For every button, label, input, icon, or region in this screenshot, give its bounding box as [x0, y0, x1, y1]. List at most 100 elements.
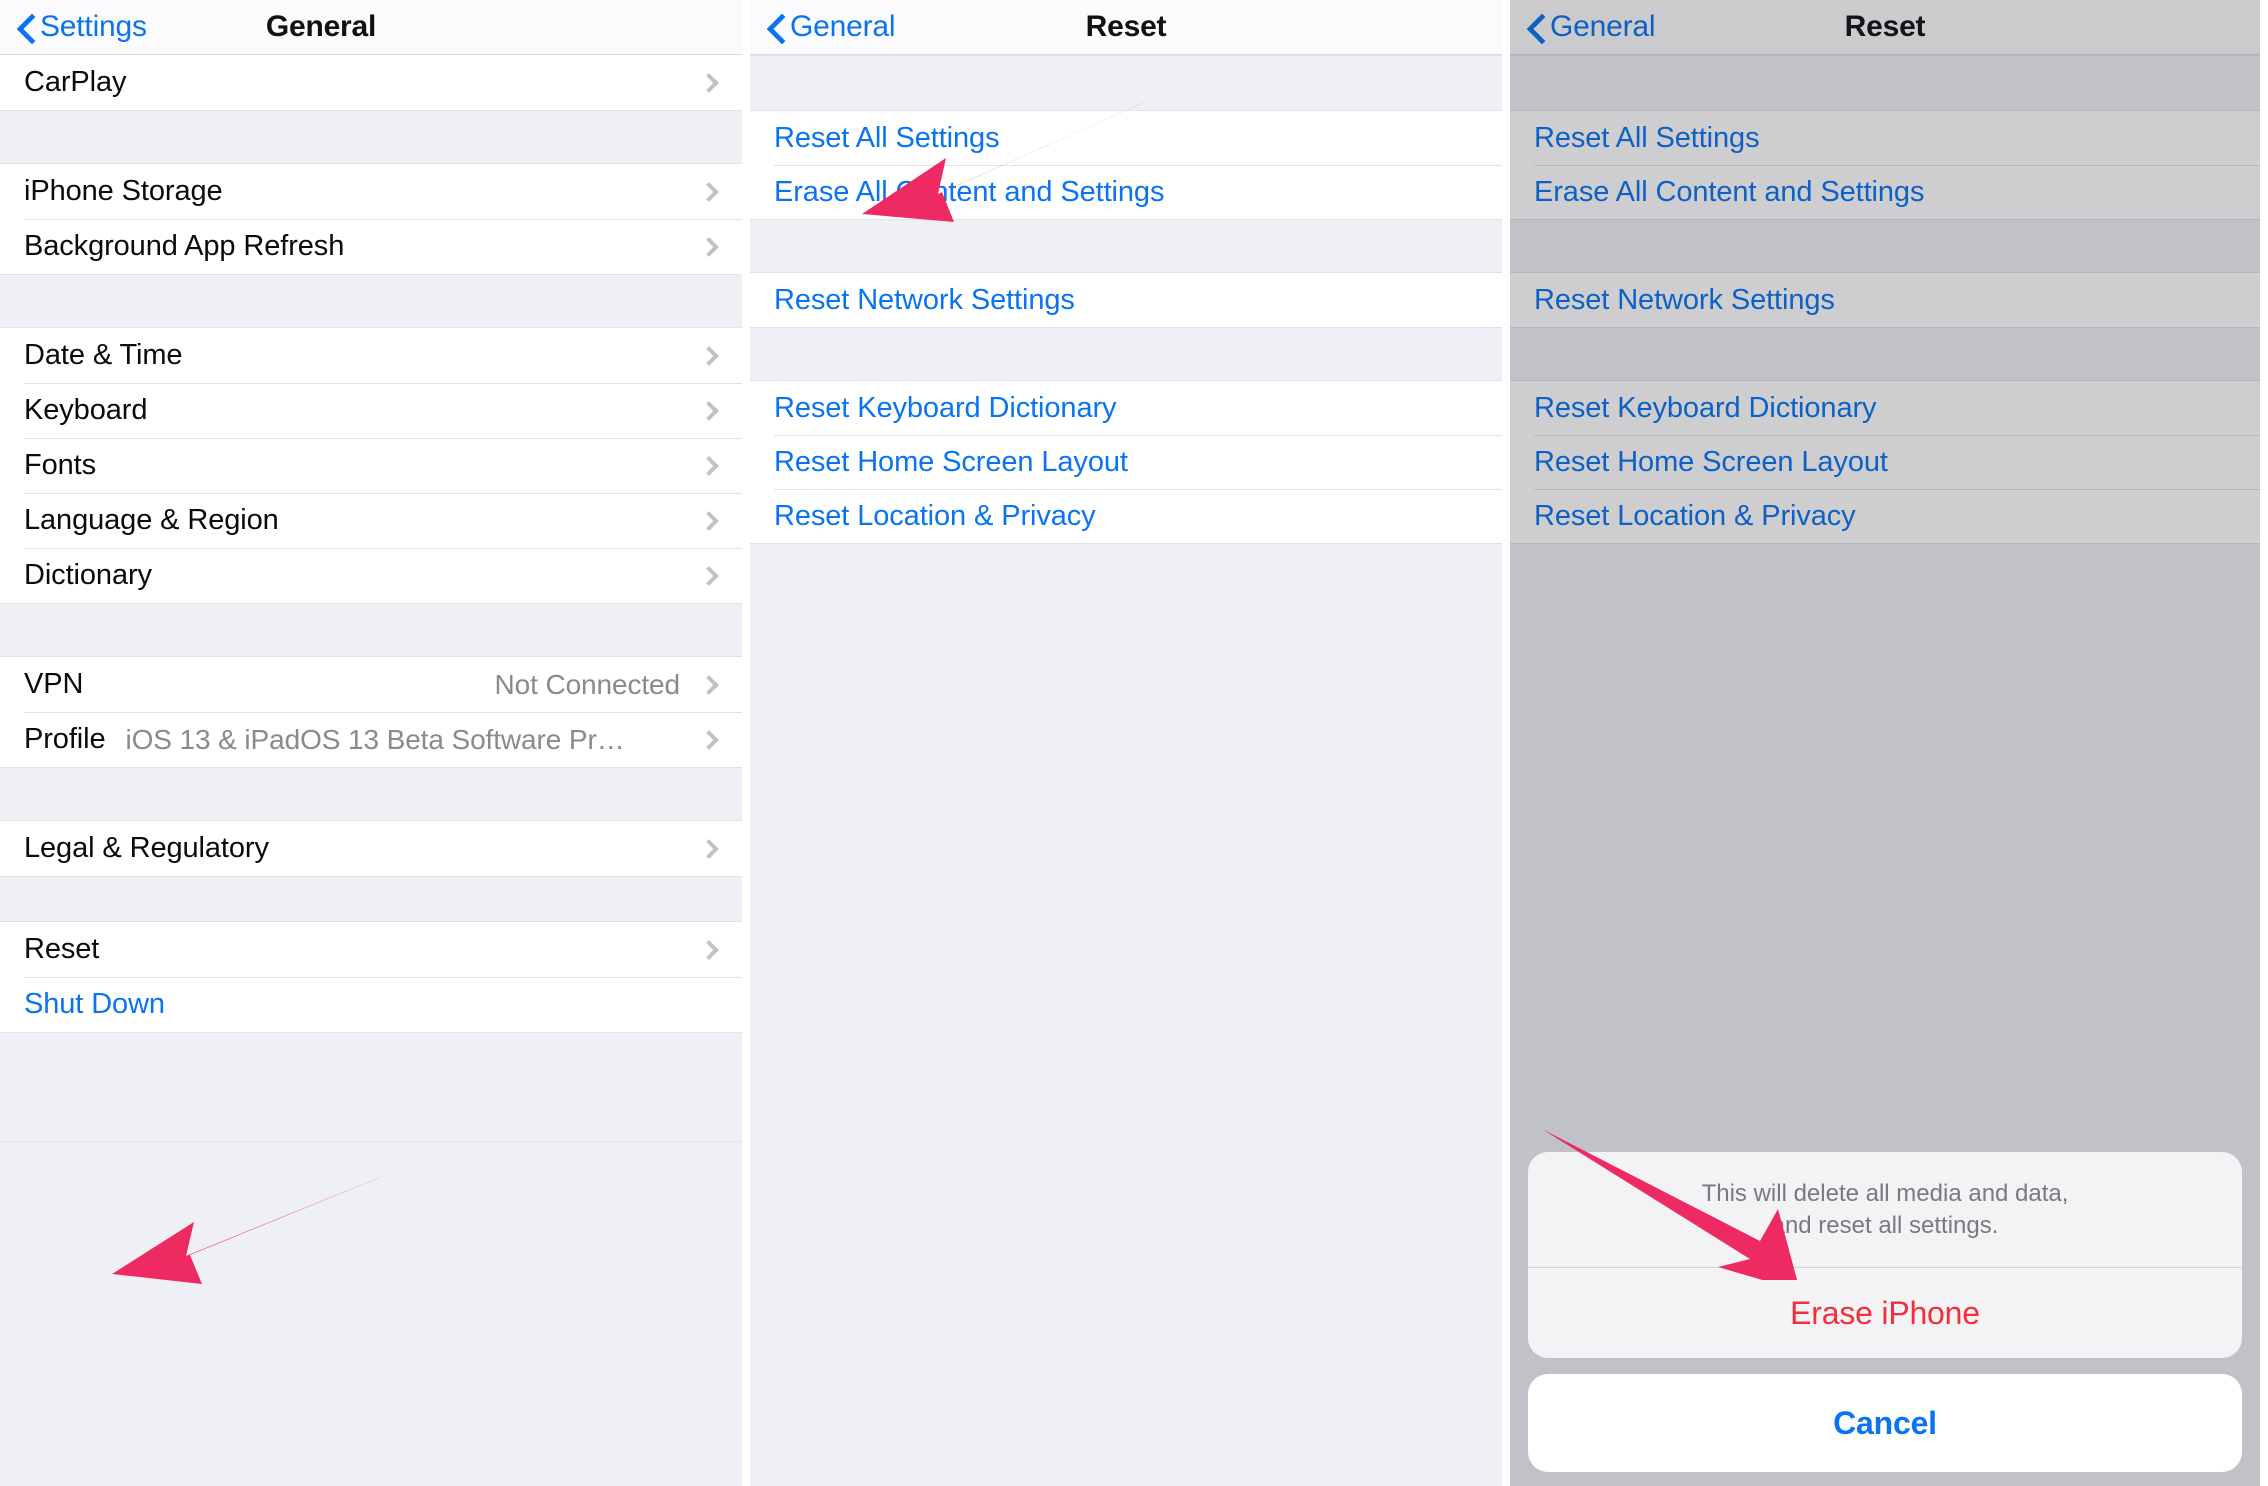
settings-group: VPN Not Connected Profile iOS 13 & iPadO…: [0, 657, 742, 767]
settings-group: iPhone Storage Background App Refresh: [0, 164, 742, 274]
list-item-label: iPhone Storage: [24, 175, 223, 207]
group-separator: [750, 327, 1502, 381]
panel-reset: General Reset Reset All Settings Erase A…: [750, 0, 1510, 1486]
list-item-vpn[interactable]: VPN Not Connected: [0, 657, 742, 712]
reset-group-network: Reset Network Settings: [1510, 273, 2260, 327]
list-item-fonts[interactable]: Fonts: [0, 438, 742, 493]
list-item-value: Not Connected: [494, 668, 681, 700]
list-item-label: CarPlay: [24, 66, 127, 98]
list-item-label: Reset All Settings: [1534, 121, 1760, 154]
list-item-reset-location-and-privacy[interactable]: Reset Location & Privacy: [1510, 489, 2260, 543]
reset-group-network: Reset Network Settings: [750, 273, 1502, 327]
list-item-reset-home-screen-layout[interactable]: Reset Home Screen Layout: [1510, 435, 2260, 489]
list-item-label: Reset Home Screen Layout: [774, 445, 1128, 478]
list-item-reset-all-settings[interactable]: Reset All Settings: [1510, 111, 2260, 165]
reset-group-misc: Reset Keyboard Dictionary Reset Home Scr…: [1510, 381, 2260, 543]
chevron-right-icon: [699, 181, 719, 202]
reset-group-misc: Reset Keyboard Dictionary Reset Home Scr…: [750, 381, 1502, 543]
list-item-keyboard[interactable]: Keyboard: [0, 383, 742, 438]
chevron-right-icon: [699, 510, 719, 531]
page-title: General: [265, 10, 377, 43]
list-item-reset-home-screen-layout[interactable]: Reset Home Screen Layout: [750, 435, 1502, 489]
action-sheet-message-line-2: and reset all settings.: [1771, 1212, 1999, 1240]
list-item-label: Keyboard: [24, 394, 148, 426]
list-item-reset-location-and-privacy[interactable]: Reset Location & Privacy: [750, 489, 1502, 543]
chevron-right-icon: [699, 455, 719, 476]
screenshot-triptych: Settings General CarPlay iPhone Storage: [0, 0, 2268, 1486]
list-item-profile[interactable]: Profile iOS 13 & iPadOS 13 Beta Software…: [0, 712, 742, 767]
list-item-date-and-time[interactable]: Date & Time: [0, 328, 742, 383]
list-item-carplay[interactable]: CarPlay: [0, 55, 742, 110]
group-separator: [1510, 219, 2260, 273]
reset-options-list: Reset All Settings Erase All Content and…: [750, 55, 1502, 1486]
list-item-background-app-refresh[interactable]: Background App Refresh: [0, 219, 742, 274]
group-separator: [0, 1032, 742, 1142]
settings-group: Date & Time Keyboard Fonts Language & Re…: [0, 328, 742, 603]
list-item-label: VPN: [24, 668, 84, 700]
settings-group: CarPlay: [0, 55, 742, 110]
list-item-label: Fonts: [24, 449, 97, 481]
list-item-erase-all-content-and-settings[interactable]: Erase All Content and Settings: [1510, 165, 2260, 219]
list-footer-space: [750, 543, 1502, 1283]
group-separator: [750, 55, 1502, 111]
list-item-iphone-storage[interactable]: iPhone Storage: [0, 164, 742, 219]
group-separator: [1510, 327, 2260, 381]
list-item-label: Reset Keyboard Dictionary: [774, 391, 1117, 424]
navigation-bar: General Reset: [1510, 0, 2260, 55]
group-separator: [0, 603, 742, 657]
chevron-right-icon: [699, 565, 719, 586]
chevron-right-icon: [699, 400, 719, 421]
group-separator: [0, 274, 742, 328]
action-sheet-card: This will delete all media and data, and…: [1528, 1151, 2242, 1358]
list-item-legal-and-regulatory[interactable]: Legal & Regulatory: [0, 821, 742, 876]
list-item-label: Reset Location & Privacy: [1534, 499, 1856, 532]
chevron-right-icon: [699, 345, 719, 366]
list-item-reset[interactable]: Reset: [0, 922, 742, 977]
list-item-label: Language & Region: [24, 504, 279, 536]
list-item-label: Reset Network Settings: [1534, 283, 1835, 316]
panel-general-settings: Settings General CarPlay iPhone Storage: [0, 0, 750, 1486]
navigation-bar: Settings General: [0, 0, 742, 55]
list-item-label: Background App Refresh: [24, 230, 345, 262]
list-item-label: Reset All Settings: [774, 121, 1000, 154]
list-item-label: Date & Time: [24, 339, 183, 371]
chevron-right-icon: [699, 236, 719, 257]
settings-group: Legal & Regulatory: [0, 821, 742, 876]
list-item-reset-all-settings[interactable]: Reset All Settings: [750, 111, 1502, 165]
settings-group: Reset Shut Down: [0, 922, 742, 1032]
page-title: Reset: [1085, 10, 1167, 43]
list-item-erase-all-content-and-settings[interactable]: Erase All Content and Settings: [750, 165, 1502, 219]
list-item-label: Reset: [24, 933, 100, 965]
list-item-label: Legal & Regulatory: [24, 832, 269, 864]
action-sheet: This will delete all media and data, and…: [1528, 1151, 2242, 1472]
group-separator: [1510, 55, 2260, 111]
action-sheet-message: This will delete all media and data, and…: [1528, 1152, 2242, 1268]
list-item-dictionary[interactable]: Dictionary: [0, 548, 742, 603]
navigation-bar: General Reset: [750, 0, 1502, 55]
reset-group-primary: Reset All Settings Erase All Content and…: [750, 111, 1502, 219]
group-separator: [0, 876, 742, 922]
list-item-shut-down[interactable]: Shut Down: [0, 977, 742, 1032]
chevron-right-icon: [699, 674, 719, 695]
list-item-language-and-region[interactable]: Language & Region: [0, 493, 742, 548]
cancel-button[interactable]: Cancel: [1528, 1374, 2242, 1472]
reset-group-primary: Reset All Settings Erase All Content and…: [1510, 111, 2260, 219]
group-separator: [750, 219, 1502, 273]
group-separator: [0, 767, 742, 821]
list-item-reset-network-settings[interactable]: Reset Network Settings: [1510, 273, 2260, 327]
list-item-label: Reset Keyboard Dictionary: [1534, 391, 1877, 424]
settings-list: CarPlay iPhone Storage Background App Re…: [0, 55, 742, 1486]
list-item-label: Reset Network Settings: [774, 283, 1075, 316]
erase-iphone-button[interactable]: Erase iPhone: [1528, 1268, 2242, 1358]
list-item-label: Shut Down: [24, 988, 165, 1020]
chevron-right-icon: [699, 939, 719, 960]
page-title: Reset: [1844, 10, 1926, 43]
chevron-right-icon: [699, 838, 719, 859]
list-item-reset-keyboard-dictionary[interactable]: Reset Keyboard Dictionary: [750, 381, 1502, 435]
list-item-value: iOS 13 & iPadOS 13 Beta Software Pr…: [125, 723, 625, 755]
chevron-right-icon: [699, 729, 719, 750]
chevron-right-icon: [699, 72, 719, 93]
list-item-reset-keyboard-dictionary[interactable]: Reset Keyboard Dictionary: [1510, 381, 2260, 435]
list-item-reset-network-settings[interactable]: Reset Network Settings: [750, 273, 1502, 327]
list-item-label: Erase All Content and Settings: [774, 175, 1165, 208]
